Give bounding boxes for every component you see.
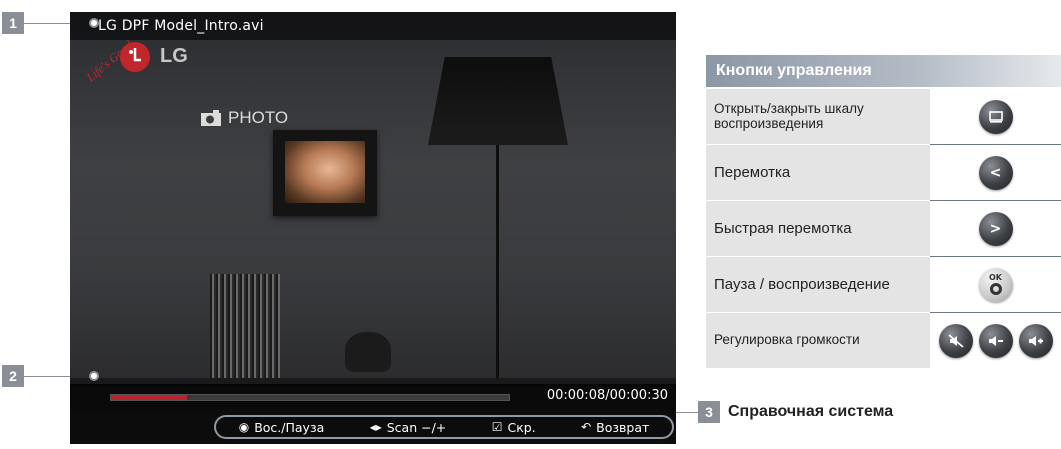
- cup: [345, 332, 391, 372]
- callout-number-2: 2: [2, 365, 24, 387]
- lamp-pole: [496, 145, 499, 380]
- file-title: LG DPF Model_Intro.avi: [98, 18, 264, 34]
- mute-icon[interactable]: [938, 323, 973, 358]
- panel-title: Кнопки управления: [706, 55, 1061, 87]
- camera-icon: [201, 110, 221, 126]
- ok-ring: [989, 283, 1002, 295]
- panel-row-buttons: [930, 313, 1061, 368]
- panel-row-toggle-bar: Открыть/закрыть шкалу воспроизведения: [706, 89, 1061, 145]
- left-right-arrows-icon: ◂▸: [369, 420, 382, 434]
- help-scan[interactable]: ◂▸ Scan −/+: [370, 420, 447, 435]
- portrait-image: [285, 141, 365, 203]
- panel-row-buttons: <: [930, 145, 1061, 200]
- progress-bar[interactable]: [110, 394, 510, 401]
- panel-row-volume: Регулировка громкости: [706, 313, 1061, 369]
- return-icon: ↶: [581, 420, 592, 434]
- help-bar: ◉ Вос./Пауза ◂▸ Scan −/+ ☑ Скр. ↶ Возвра…: [70, 410, 676, 444]
- panel-row-pause-play: Пауза / воспроизведение OK: [706, 257, 1061, 313]
- help-pill: ◉ Вос./Пауза ◂▸ Scan −/+ ☑ Скр. ↶ Возвра…: [214, 415, 674, 439]
- progress-area: 00:00:08/00:00:30: [70, 384, 676, 410]
- help-hide[interactable]: ☑ Скр.: [492, 420, 536, 435]
- help-label-scan: Scan −/+: [386, 419, 447, 435]
- panel-row-label: Открыть/закрыть шкалу воспроизведения: [706, 89, 930, 144]
- callout-dot-2: [89, 371, 99, 381]
- vase: [210, 274, 280, 384]
- brand-text: LG: [160, 45, 188, 67]
- photo-label: PHOTO: [200, 108, 288, 128]
- panel-row-buttons: OK: [930, 257, 1061, 312]
- photo-label-text: PHOTO: [228, 108, 289, 127]
- panel-row-buttons: >: [930, 201, 1061, 256]
- callout-dot-1: [89, 18, 99, 28]
- ok-button-icon[interactable]: OK: [978, 267, 1013, 302]
- panel-row-label: Регулировка громкости: [706, 313, 930, 368]
- help-system-label: 3 Справочная система: [698, 401, 893, 423]
- help-label-return: Возврат: [596, 419, 650, 435]
- callout-number-3: 3: [698, 401, 720, 423]
- panel-row-label: Пауза / воспроизведение: [706, 257, 930, 312]
- video-player: LG Life's Good PHOTO LG DPF Model_Intro.…: [70, 12, 676, 444]
- help-label-play-pause: Вос./Пауза: [254, 419, 325, 435]
- title-bar: LG DPF Model_Intro.avi: [70, 12, 676, 40]
- ok-icon: ◉: [238, 420, 250, 434]
- photo-frame: [273, 130, 377, 216]
- help-label-hide: Скр.: [507, 419, 536, 435]
- ok-button-text: OK: [989, 273, 1002, 282]
- help-return[interactable]: ↶ Возврат: [581, 420, 649, 435]
- callout-number-1: 1: [2, 12, 24, 34]
- panel-row-rewind: Перемотка <: [706, 145, 1061, 201]
- lamp-shade: [428, 57, 568, 145]
- time-display: 00:00:08/00:00:30: [546, 388, 668, 403]
- panel-row-label: Быстрая перемотка: [706, 201, 930, 256]
- panel-row-label: Перемотка: [706, 145, 930, 200]
- volume-down-icon[interactable]: [978, 323, 1013, 358]
- panel-row-buttons: [930, 89, 1061, 144]
- volume-up-icon[interactable]: [1018, 323, 1053, 358]
- display-icon[interactable]: [978, 99, 1013, 134]
- chevron-left-icon[interactable]: <: [978, 155, 1013, 190]
- progress-fill: [111, 395, 187, 400]
- callout-line-3: [676, 412, 698, 413]
- help-play-pause[interactable]: ◉ Вос./Пауза: [239, 420, 325, 435]
- chevron-right-icon[interactable]: >: [978, 211, 1013, 246]
- panel-row-fast-forward: Быстрая перемотка >: [706, 201, 1061, 257]
- checkbox-icon: ☑: [491, 420, 503, 434]
- control-buttons-panel: Открыть/закрыть шкалу воспроизведения Пе…: [706, 89, 1061, 369]
- help-system-title: Справочная система: [728, 403, 894, 420]
